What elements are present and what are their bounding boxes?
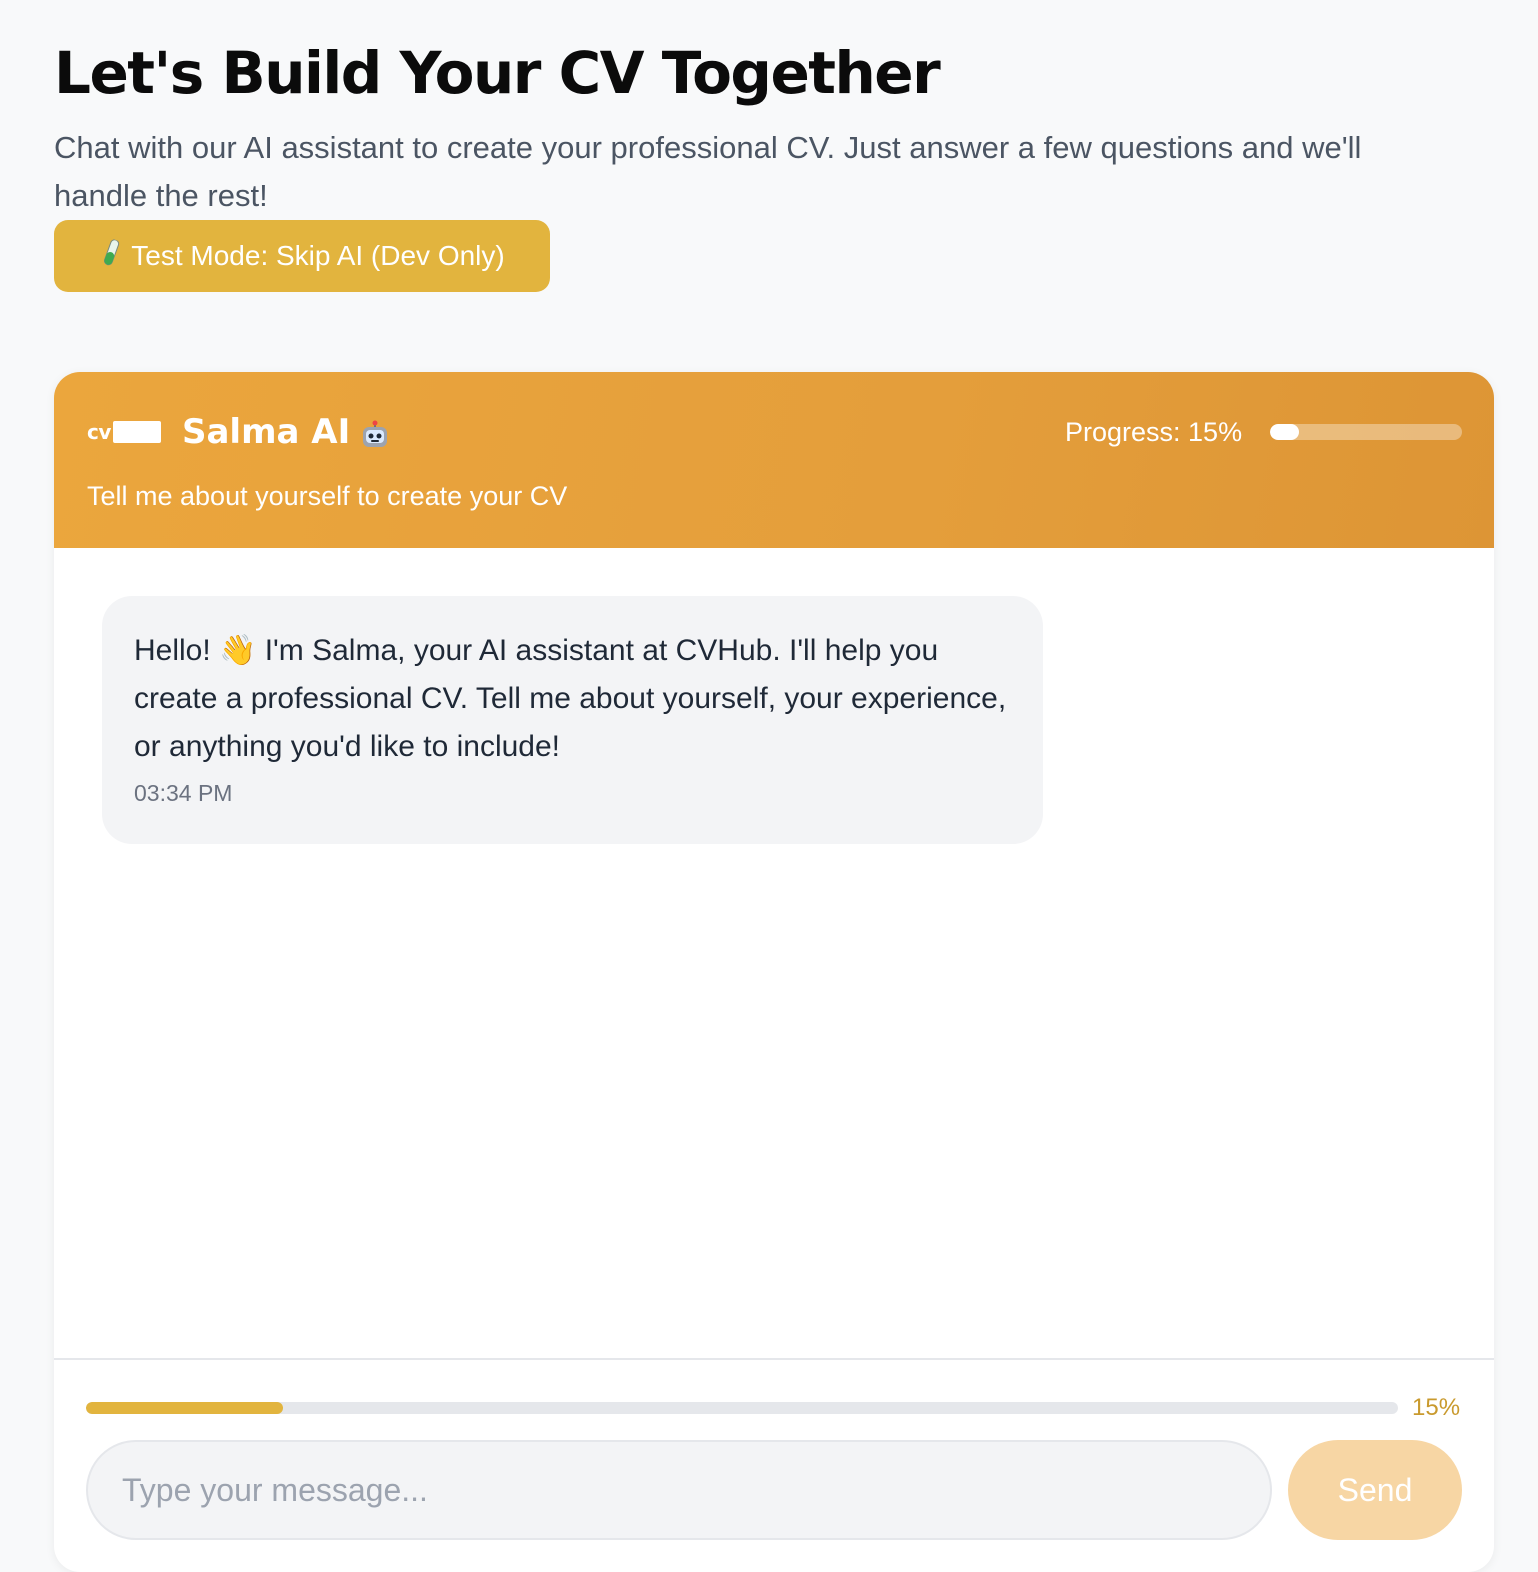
footer-progress-bar (86, 1402, 1398, 1414)
cvhub-logo: cv (87, 420, 161, 444)
page-title: Let's Build Your CV Together (54, 39, 941, 107)
footer-divider (54, 1358, 1494, 1360)
message-input[interactable] (86, 1440, 1272, 1540)
robot-icon (360, 417, 390, 447)
chat-header: cv Salma AI Tell me about yourself to cr… (54, 372, 1494, 548)
logo-text: cv (87, 420, 111, 444)
footer-progress-label: 15% (1412, 1394, 1461, 1421)
chat-card: cv Salma AI Tell me about yourself to cr… (54, 372, 1494, 1572)
message-timestamp: 03:34 PM (134, 780, 233, 806)
header-progress-bar (1270, 424, 1462, 440)
page-subtitle: Chat with our AI assistant to create you… (54, 130, 1362, 213)
send-button[interactable]: Send (1288, 1440, 1462, 1540)
assistant-name-label: Salma AI (182, 412, 351, 452)
logo-mark (112, 421, 161, 443)
test-tube-icon (94, 236, 127, 276)
progress-label: Progress: 15% (1065, 417, 1243, 447)
test-mode-button[interactable]: Test Mode: Skip AI (Dev Only) (54, 220, 550, 292)
test-mode-label: Test Mode: Skip AI (Dev Only) (131, 240, 505, 271)
chat-header-subtitle: Tell me about yourself to create your CV (87, 481, 568, 511)
assistant-message: Hello! 👋 I'm Salma, your AI assistant at… (102, 596, 1043, 844)
header-progress-fill (1270, 424, 1299, 440)
assistant-name: Salma AI (182, 410, 390, 454)
message-text: Hello! 👋 I'm Salma, your AI assistant at… (134, 634, 1007, 763)
footer-progress-fill (86, 1402, 283, 1414)
